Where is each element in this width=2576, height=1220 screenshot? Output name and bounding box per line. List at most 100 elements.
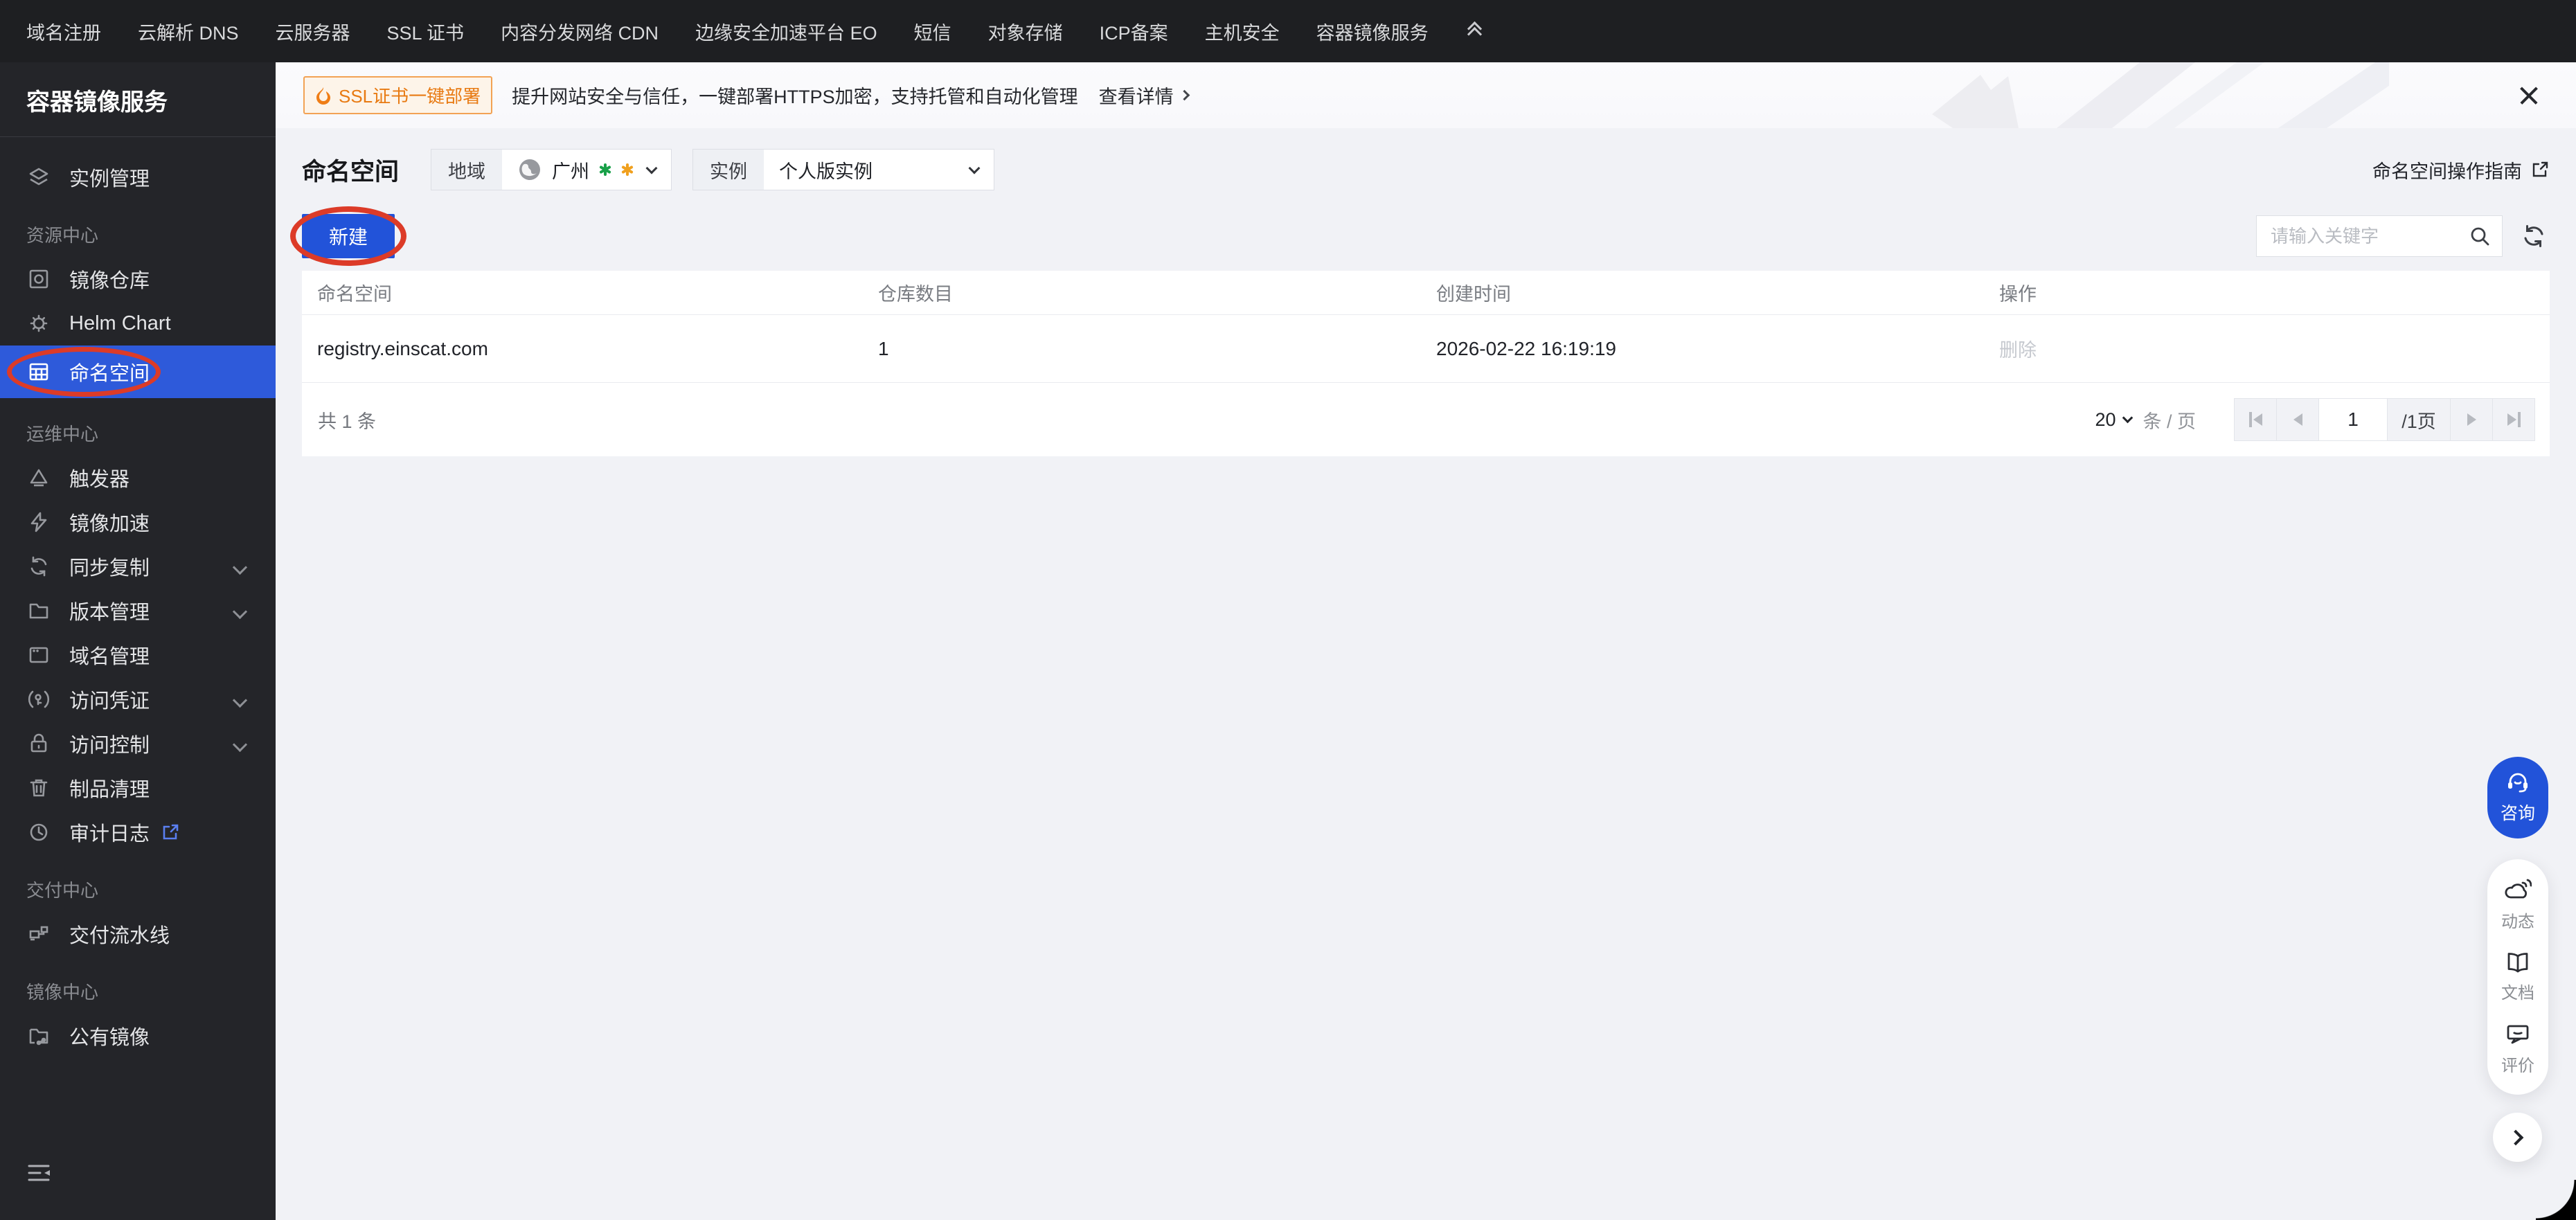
news-button[interactable]: 动态 (2501, 869, 2534, 942)
sidebar-item-label: 域名管理 (69, 646, 150, 668)
sidebar-item-domain[interactable]: 域名管理 (0, 633, 276, 677)
main-content: SSL证书一键部署 提升网站安全与信任，一键部署HTTPS加密，支持托管和自动化… (276, 62, 2576, 1220)
layers-icon (26, 165, 51, 190)
trash-icon (26, 775, 51, 800)
last-page-button[interactable] (2492, 398, 2535, 441)
create-button[interactable]: 新建 (302, 214, 395, 258)
sidebar-item-trigger[interactable]: 触发器 (0, 456, 276, 500)
banner-text: 提升网站安全与信任，一键部署HTTPS加密，支持托管和自动化管理 (512, 87, 1078, 107)
nav-sms[interactable]: 短信 (914, 18, 951, 45)
cell-namespace: registry.einscat.com (317, 337, 488, 359)
pipeline-icon (26, 922, 51, 947)
col-header-created-at: 创建时间 (1436, 284, 1511, 305)
banner-detail-link[interactable]: 查看详情 (1099, 82, 1190, 109)
total-pages-label: /1页 (2387, 398, 2451, 441)
globe-icon (519, 159, 541, 180)
sidebar-item-namespace[interactable]: 命名空间 (0, 346, 276, 398)
consult-button[interactable]: 咨询 (2487, 757, 2548, 838)
sidebar-item-label: 版本管理 (69, 602, 150, 624)
sidebar-collapse-icon[interactable] (26, 1162, 51, 1184)
banner-decor-graphic (1932, 62, 2389, 128)
nav-host-security[interactable]: 主机安全 (1205, 18, 1280, 45)
page-size-select[interactable]: 20 (2095, 409, 2134, 431)
sidebar-section-resource: 资源中心 (26, 225, 99, 246)
nav-domain-registration[interactable]: 域名注册 (26, 18, 101, 45)
nav-icp[interactable]: ICP备案 (1100, 18, 1168, 45)
region-select[interactable]: 地域 广州 (431, 149, 672, 190)
banner-close-icon[interactable] (2516, 83, 2541, 108)
nav-cvm[interactable]: 云服务器 (276, 18, 350, 45)
search-input[interactable] (2256, 215, 2503, 257)
ssl-badge[interactable]: SSL证书一键部署 (303, 76, 493, 114)
instance-select[interactable]: 实例 个人版实例 (692, 149, 995, 190)
sidebar-item-label: 触发器 (69, 469, 130, 491)
clock-history-icon (26, 820, 51, 845)
chevrons-up-icon[interactable] (1467, 21, 1482, 42)
sidebar: 容器镜像服务 实例管理 资源中心 镜像仓库 Helm Chart 命名空间 运维… (0, 62, 276, 1220)
chevron-down-icon (968, 162, 981, 174)
chevron-down-icon (232, 688, 248, 711)
sidebar-item-label: 同步复制 (69, 557, 150, 580)
sidebar-item-label: 交付流水线 (69, 925, 170, 947)
table-footer: 共 1 条 20 条 / 页 1 /1页 (302, 383, 2550, 456)
refresh-icon[interactable] (2518, 220, 2550, 252)
sidebar-item-instance-mgmt[interactable]: 实例管理 (0, 155, 276, 199)
sidebar-item-label: Helm Chart (69, 312, 171, 334)
promo-banner: SSL证书一键部署 提升网站安全与信任，一键部署HTTPS加密，支持托管和自动化… (276, 62, 2576, 128)
external-link-icon (161, 823, 180, 842)
chevron-down-icon (232, 555, 248, 578)
sidebar-item-audit-log[interactable]: 审计日志 (0, 810, 276, 854)
chat-bubble-icon (2507, 1025, 2529, 1043)
current-page-input[interactable]: 1 (2318, 398, 2388, 441)
sidebar-item-sync[interactable]: 同步复制 (0, 544, 276, 589)
next-page-button[interactable] (2450, 398, 2493, 441)
sidebar-item-label: 访问控制 (69, 735, 150, 757)
sidebar-item-cleanup[interactable]: 制品清理 (0, 766, 276, 810)
sidebar-item-version[interactable]: 版本管理 (0, 589, 276, 633)
chevron-down-icon (232, 733, 248, 755)
nav-eo[interactable]: 边缘安全加速平台 EO (695, 18, 877, 45)
sidebar-item-label: 访问凭证 (69, 690, 150, 712)
col-header-repo-count: 仓库数目 (878, 284, 953, 305)
sidebar-item-credential[interactable]: 访问凭证 (0, 677, 276, 721)
headset-icon (2508, 773, 2528, 793)
sidebar-item-repo[interactable]: 镜像仓库 (0, 257, 276, 301)
per-page-label: 条 / 页 (2143, 411, 2196, 432)
ssl-badge-label: SSL证书一键部署 (339, 86, 481, 107)
nav-dns[interactable]: 云解析 DNS (138, 18, 239, 45)
external-link-icon (2532, 161, 2548, 177)
sidebar-section-delivery: 交付中心 (26, 880, 99, 901)
prev-page-button[interactable] (2276, 398, 2319, 441)
namespace-guide-link[interactable]: 命名空间操作指南 (2372, 156, 2550, 183)
sidebar-item-label: 镜像仓库 (69, 270, 150, 292)
floating-toolbar: 动态 文档 评价 (2487, 859, 2548, 1095)
sidebar-item-helm-chart[interactable]: Helm Chart (0, 301, 276, 346)
image-repo-icon (26, 267, 51, 291)
nav-cos[interactable]: 对象存储 (988, 18, 1063, 45)
helm-icon (26, 311, 51, 336)
collapse-panel-button[interactable] (2493, 1113, 2542, 1162)
sidebar-item-public-image[interactable]: 公有镜像 (0, 1014, 276, 1058)
sidebar-item-pipeline[interactable]: 交付流水线 (0, 912, 276, 956)
delete-action[interactable]: 删除 (1984, 335, 2550, 362)
consult-label: 咨询 (2500, 804, 2535, 823)
docs-button[interactable]: 文档 (2501, 942, 2534, 1013)
sync-icon (26, 554, 51, 579)
chevron-down-icon (645, 162, 658, 174)
nav-ssl[interactable]: SSL 证书 (387, 18, 465, 45)
feedback-button[interactable]: 评价 (2501, 1013, 2534, 1086)
sidebar-item-accel[interactable]: 镜像加速 (0, 500, 276, 544)
folder-icon (26, 598, 51, 623)
nav-cdn[interactable]: 内容分发网络 CDN (501, 18, 659, 45)
news-label: 动态 (2501, 912, 2534, 931)
sidebar-menu: 实例管理 资源中心 镜像仓库 Helm Chart 命名空间 运维中心 触发器 … (0, 137, 276, 1058)
col-header-namespace: 命名空间 (317, 284, 392, 305)
col-header-actions: 操作 (1999, 284, 2037, 305)
nav-tcr[interactable]: 容器镜像服务 (1316, 18, 1429, 45)
sidebar-item-label: 实例管理 (69, 168, 150, 190)
first-page-button[interactable] (2234, 398, 2277, 441)
region-mark-green-icon (599, 163, 611, 176)
search-icon (2468, 224, 2492, 248)
toolbar: 新建 (276, 206, 2576, 266)
sidebar-item-access[interactable]: 访问控制 (0, 721, 276, 766)
